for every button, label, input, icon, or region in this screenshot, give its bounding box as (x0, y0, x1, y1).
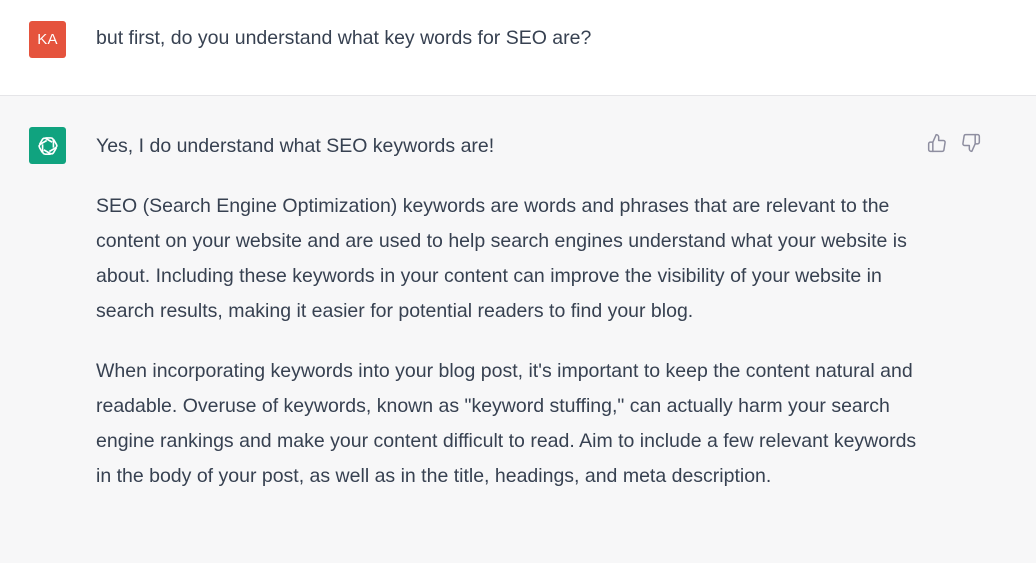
assistant-message-text: Yes, I do understand what SEO keywords a… (96, 129, 926, 519)
assistant-paragraph: Yes, I do understand what SEO keywords a… (96, 135, 495, 157)
openai-logo-icon (37, 136, 58, 155)
user-message-text: but first, do you understand what key wo… (96, 27, 592, 49)
user-message-row: KA but first, do you understand what key… (0, 0, 1036, 96)
assistant-paragraph: When incorporating keywords into your bl… (96, 360, 917, 487)
assistant-message-row: Yes, I do understand what SEO keywords a… (0, 96, 1036, 563)
user-avatar: KA (29, 21, 66, 58)
user-avatar-initials: KA (37, 31, 58, 48)
assistant-paragraph: SEO (Search Engine Optimization) keyword… (96, 195, 907, 322)
thumbs-down-icon (962, 133, 981, 153)
assistant-avatar (29, 127, 66, 164)
thumbs-down-button[interactable] (960, 132, 982, 154)
thumbs-up-button[interactable] (926, 132, 948, 154)
thumbs-up-icon (927, 133, 946, 153)
